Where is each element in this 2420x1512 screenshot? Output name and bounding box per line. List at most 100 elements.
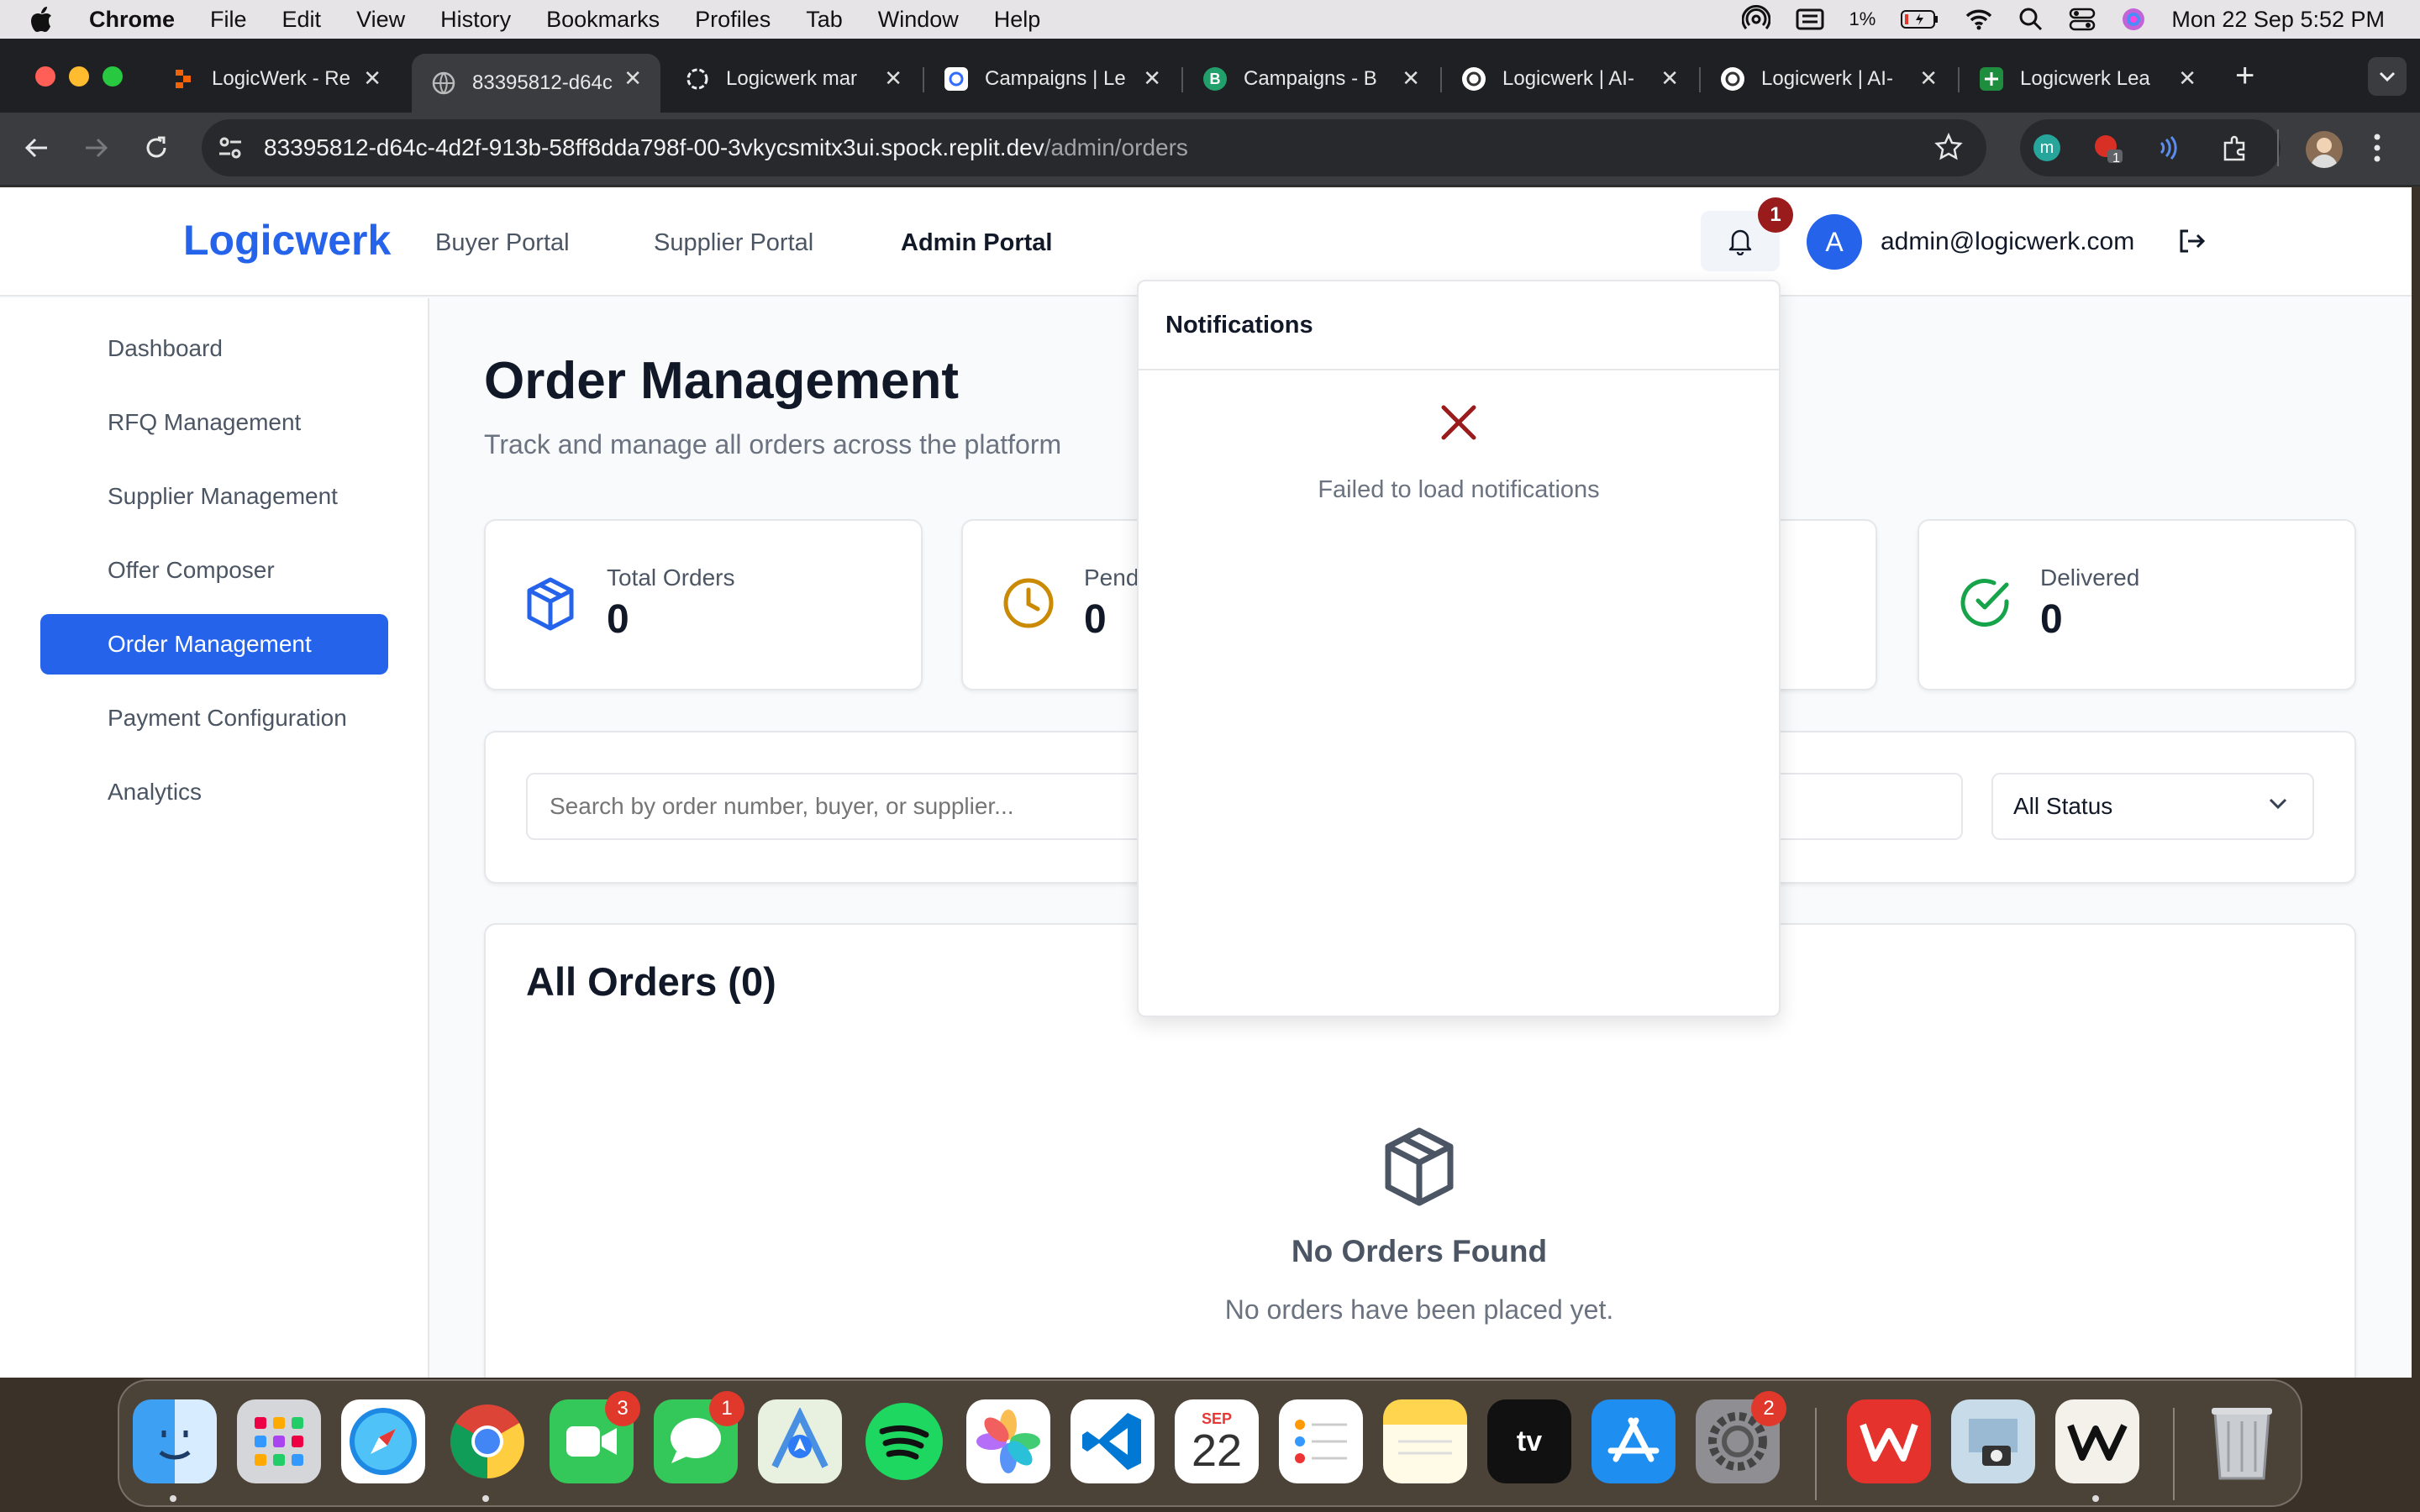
close-tab-icon[interactable]: ✕ (363, 66, 381, 92)
maximize-window-button[interactable] (103, 66, 123, 87)
sidebar-item-label: Offer Composer (108, 557, 275, 583)
new-tab-plus-icon[interactable]: + (2235, 57, 2254, 95)
sidebar-item-rfq-management[interactable]: RFQ Management (40, 392, 388, 453)
safari-icon[interactable] (341, 1399, 425, 1483)
wifi-icon[interactable] (1965, 8, 1993, 30)
spotify-icon[interactable] (862, 1399, 946, 1483)
address-bar[interactable]: 83395812-d64c-4d2f-913b-58ff8dda798f-00-… (202, 119, 1986, 176)
browser-tab[interactable]: Logicwerk | AI- ✕ (1449, 54, 1697, 104)
preview-icon[interactable] (1951, 1399, 2035, 1483)
admin-sidebar: Dashboard RFQ Management Supplier Manage… (0, 298, 429, 1378)
notes-icon[interactable] (1383, 1399, 1467, 1483)
nav-supplier-portal[interactable]: Supplier Portal (654, 229, 813, 257)
close-tab-icon[interactable]: ✕ (1660, 66, 1679, 92)
menu-edit[interactable]: Edit (282, 7, 322, 33)
close-tab-icon[interactable]: ✕ (1919, 66, 1938, 92)
apple-tv-icon[interactable]: tv (1487, 1399, 1571, 1483)
vscode-icon[interactable] (1071, 1399, 1155, 1483)
browser-tab[interactable]: Logicwerk | AI- ✕ (1707, 54, 1956, 104)
stat-value: 0 (2040, 597, 2063, 642)
tab-title: Campaigns | Le (985, 67, 1126, 90)
messages-badge: 1 (709, 1391, 744, 1426)
writer-icon[interactable] (2055, 1399, 2139, 1483)
logout-icon[interactable] (2176, 226, 2207, 256)
package-icon (524, 576, 576, 632)
profile-avatar[interactable] (2306, 131, 2343, 168)
bookmark-star-icon[interactable] (1934, 133, 1963, 161)
browser-tab[interactable]: LogicWerk - Re ✕ (151, 54, 400, 104)
menu-help[interactable]: Help (994, 7, 1041, 33)
running-indicator (170, 1495, 176, 1502)
sidebar-item-analytics[interactable]: Analytics (40, 762, 388, 822)
nav-admin-portal[interactable]: Admin Portal (901, 229, 1052, 257)
menu-tab[interactable]: Tab (806, 7, 843, 33)
close-tab-icon[interactable]: ✕ (884, 66, 902, 92)
sidebar-item-supplier-management[interactable]: Supplier Management (40, 466, 388, 527)
status-filter-value: All Status (2013, 793, 2113, 819)
close-tab-icon[interactable]: ✕ (1143, 66, 1161, 92)
control-center-icon[interactable] (2069, 8, 2096, 31)
url-host: 83395812-d64c-4d2f-913b-58ff8dda798f-00-… (264, 134, 1044, 160)
chrome-icon[interactable] (445, 1399, 529, 1483)
close-window-button[interactable] (35, 66, 55, 87)
extension-m-icon[interactable]: m (2033, 134, 2060, 161)
battery-percent: 1% (1849, 8, 1876, 29)
sidebar-item-dashboard[interactable]: Dashboard (40, 318, 388, 379)
nav-buyer-portal[interactable]: Buyer Portal (435, 229, 570, 257)
user-avatar[interactable]: A (1807, 214, 1862, 270)
tab-title: LogicWerk - Re (212, 67, 350, 90)
tab-search-chevron-icon[interactable] (2368, 57, 2407, 96)
keyboard-input-icon[interactable] (1796, 8, 1824, 31)
app-store-icon[interactable] (1591, 1399, 1676, 1483)
launchpad-icon[interactable] (237, 1399, 321, 1483)
apple-logo-icon[interactable] (30, 6, 64, 33)
menu-profiles[interactable]: Profiles (695, 7, 771, 33)
siri-icon[interactable] (2121, 7, 2146, 32)
maps-icon[interactable] (758, 1399, 842, 1483)
menu-app-name[interactable]: Chrome (89, 7, 175, 33)
browser-tab[interactable]: B Campaigns - B ✕ (1190, 54, 1439, 104)
finder-icon[interactable] (133, 1399, 217, 1483)
sidebar-item-label: Payment Configuration (108, 705, 347, 731)
tab-title: 83395812-d64c (472, 71, 613, 94)
sidebar-item-label: Analytics (108, 779, 203, 805)
extensions-area: m 1 (2020, 119, 2281, 176)
battery-icon[interactable] (1901, 9, 1939, 29)
calendar-icon[interactable]: SEP 22 (1175, 1399, 1259, 1483)
menu-window[interactable]: Window (878, 7, 959, 33)
sidebar-item-payment-configuration[interactable]: Payment Configuration (40, 688, 388, 748)
photos-icon[interactable] (966, 1399, 1050, 1483)
reminders-icon[interactable] (1279, 1399, 1363, 1483)
browser-tab[interactable]: Logicwerk Lea ✕ (1966, 54, 2215, 104)
airdrop-icon[interactable] (1741, 5, 1770, 34)
url-path: /admin/orders (1044, 134, 1188, 160)
tab-title: Logicwerk | AI- (1761, 67, 1893, 90)
sidebar-item-offer-composer[interactable]: Offer Composer (40, 540, 388, 601)
reload-icon[interactable] (143, 134, 170, 161)
extension-wave-icon[interactable] (2154, 134, 2181, 161)
back-arrow-icon[interactable] (24, 134, 50, 161)
close-tab-icon[interactable]: ✕ (1402, 66, 1420, 92)
app-logo[interactable]: Logicwerk (183, 216, 391, 265)
chrome-menu-icon[interactable] (2373, 133, 2381, 163)
status-filter-select[interactable]: All Status (1991, 773, 2314, 840)
browser-tab-active[interactable]: 83395812-d64c ✕ (412, 54, 660, 113)
sidebar-item-order-management[interactable]: Order Management (40, 614, 388, 675)
browser-tab[interactable]: Campaigns | Le ✕ (931, 54, 1180, 104)
browser-tab[interactable]: Logicwerk mar ✕ (672, 54, 921, 104)
menu-clock[interactable]: Mon 22 Sep 5:52 PM (2171, 7, 2385, 33)
trash-icon[interactable] (2200, 1399, 2284, 1483)
menu-history[interactable]: History (440, 7, 511, 33)
menu-view[interactable]: View (356, 7, 405, 33)
spotlight-search-icon[interactable] (2018, 7, 2044, 32)
site-settings-icon[interactable] (217, 134, 244, 161)
wps-office-icon[interactable] (1847, 1399, 1931, 1483)
close-tab-icon[interactable]: ✕ (2178, 66, 2196, 92)
clock-icon (1002, 576, 1055, 630)
menu-bookmarks[interactable]: Bookmarks (546, 7, 660, 33)
menu-file[interactable]: File (210, 7, 247, 33)
extensions-puzzle-icon[interactable] (2222, 134, 2249, 161)
close-tab-icon[interactable]: ✕ (623, 66, 642, 92)
forward-arrow-icon[interactable] (82, 134, 109, 161)
minimize-window-button[interactable] (69, 66, 89, 87)
